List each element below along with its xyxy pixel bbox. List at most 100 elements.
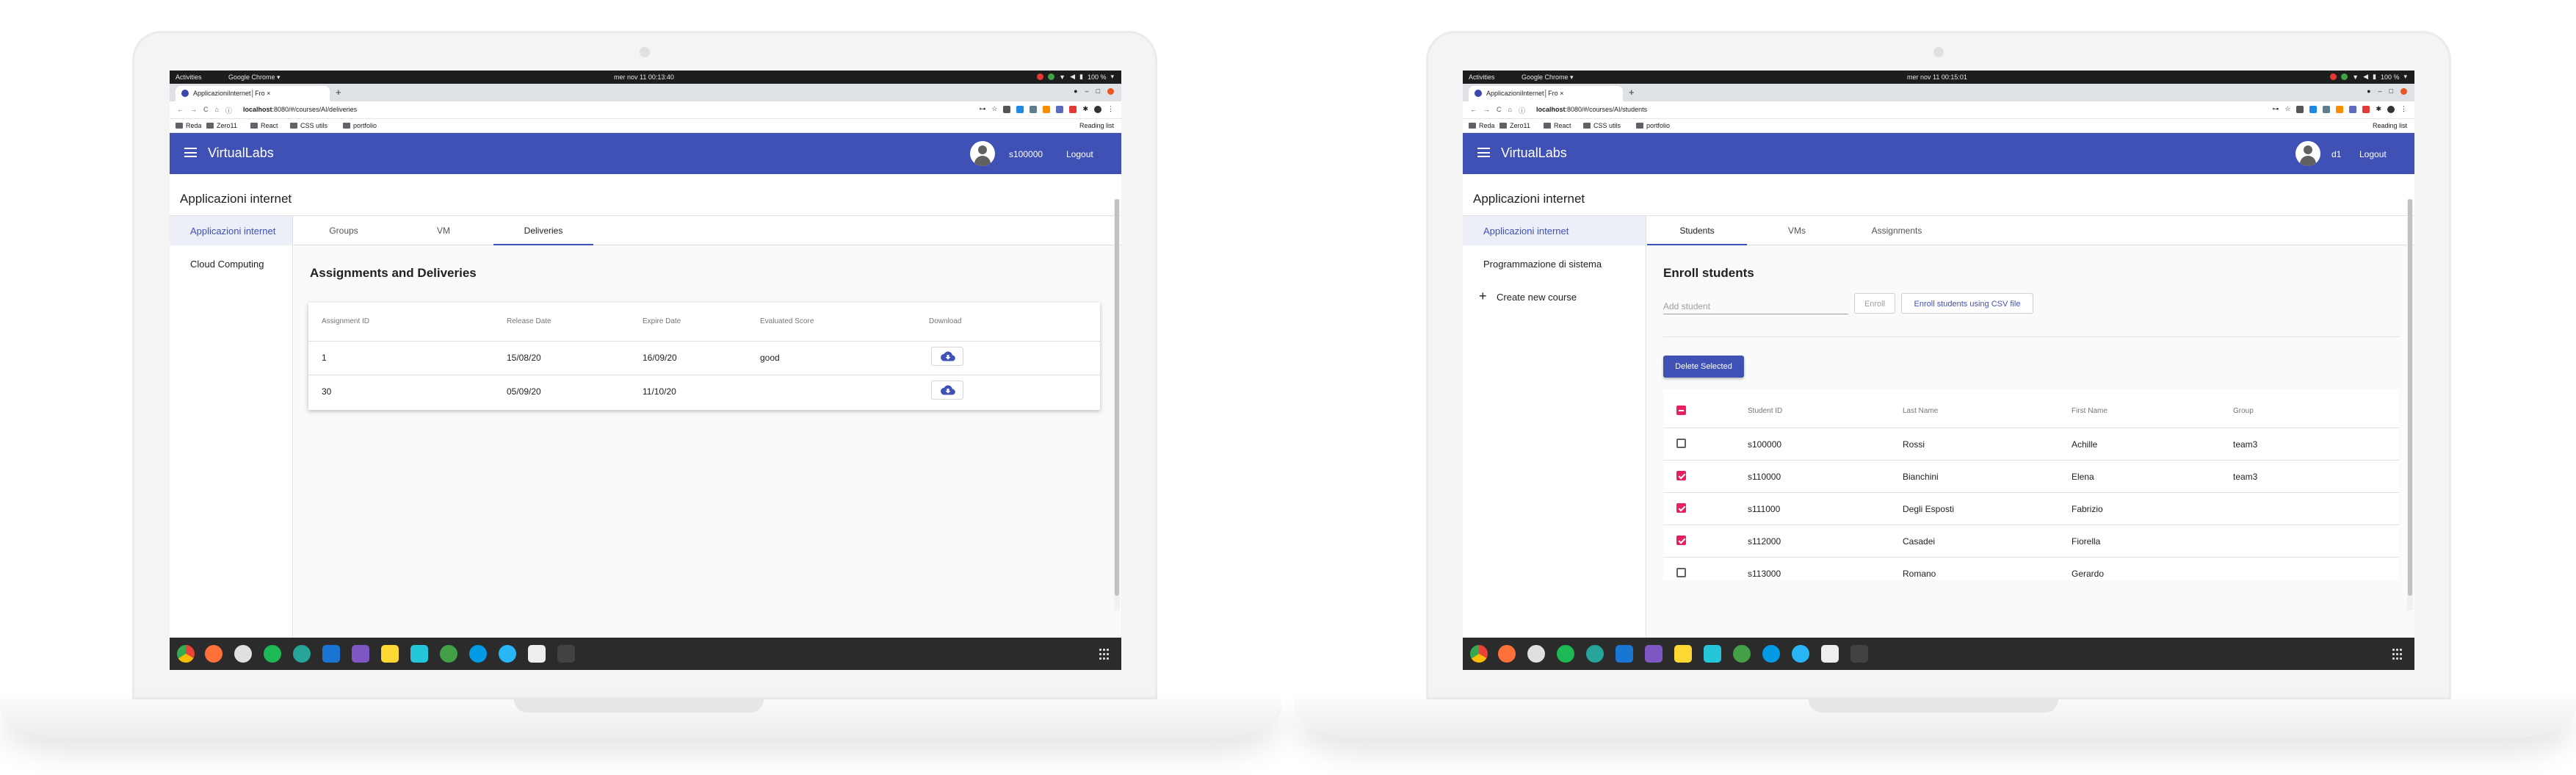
info-icon[interactable]: ⓘ — [1519, 106, 1525, 115]
tab-search-icon[interactable]: ● — [1074, 87, 1077, 95]
url-field[interactable]: localhost:8080/#/courses/AI/students — [1536, 106, 1647, 113]
reading-list[interactable]: Reading list — [1079, 122, 1114, 129]
jetbrains-icon[interactable] — [1674, 645, 1692, 663]
row-checkbox[interactable] — [1676, 536, 1686, 545]
extension-icon[interactable] — [1030, 105, 1038, 113]
nav-item-applicazioni-internet[interactable]: Applicazioni internet — [1463, 216, 1646, 245]
files-icon[interactable] — [528, 645, 546, 663]
puzzle-icon[interactable]: ✱ — [1082, 105, 1088, 113]
back-icon[interactable]: ← — [1470, 106, 1477, 115]
spotify-icon[interactable] — [264, 645, 281, 663]
browser-tab[interactable]: ApplicazioniInternet│Fro × — [176, 86, 330, 101]
tab-vms[interactable]: VMs — [1747, 216, 1847, 245]
skype-icon[interactable] — [1762, 645, 1780, 663]
chrome-icon[interactable] — [177, 645, 195, 663]
puzzle-icon[interactable]: ✱ — [2376, 105, 2381, 113]
page-scrollbar[interactable] — [2407, 199, 2413, 610]
url-field[interactable]: localhost:8080/#/courses/AI/deliveries — [243, 106, 357, 113]
minimize-icon[interactable]: – — [2378, 87, 2382, 95]
firefox-icon[interactable] — [205, 645, 222, 663]
avatar[interactable] — [2295, 141, 2320, 166]
nav-item-cloud-computing[interactable]: Cloud Computing — [170, 249, 292, 278]
app-menu[interactable]: Google Chrome ▾ — [228, 73, 1121, 82]
clock[interactable]: mer nov 11 00:15:01 — [1907, 73, 1967, 81]
bookmark-folder[interactable]: CSS utils — [290, 122, 328, 129]
tab-deliveries[interactable]: Deliveries — [493, 216, 593, 245]
close-window-icon[interactable] — [2400, 87, 2407, 95]
telegram-icon[interactable] — [499, 645, 516, 663]
app-icon[interactable] — [1733, 645, 1751, 663]
profile-icon[interactable] — [1094, 105, 1101, 113]
new-tab-icon[interactable]: + — [336, 87, 341, 98]
jetbrains-icon[interactable] — [381, 645, 399, 663]
scrollbar-thumb[interactable] — [1115, 199, 1119, 596]
tab-groups[interactable]: Groups — [294, 216, 394, 245]
bookmark-folder[interactable]: Reda — [176, 122, 202, 129]
select-all-checkbox[interactable] — [1676, 405, 1686, 415]
firefox-icon[interactable] — [1498, 645, 1516, 663]
terminal-icon[interactable] — [1850, 645, 1868, 663]
app-icon[interactable] — [1527, 645, 1545, 663]
menu-icon[interactable] — [184, 148, 197, 157]
bookmark-folder[interactable]: Zero11 — [206, 122, 237, 129]
telegram-icon[interactable] — [1792, 645, 1809, 663]
reload-icon[interactable]: C — [1497, 106, 1502, 115]
reading-list[interactable]: Reading list — [2373, 122, 2407, 129]
files-icon[interactable] — [1821, 645, 1839, 663]
system-tray[interactable]: ▼ ◀ ▮ 100 % ▾ — [1037, 73, 1114, 81]
nav-item-programmazione-di-sistema[interactable]: Programmazione di sistema — [1463, 249, 1646, 278]
key-icon[interactable]: ⊶ — [2272, 105, 2279, 113]
delete-selected-button[interactable]: Delete Selected — [1663, 356, 1744, 378]
extension-icon[interactable] — [2349, 105, 2357, 113]
more-icon[interactable]: ⋮ — [1107, 105, 1114, 113]
extension-icon[interactable] — [1069, 105, 1077, 113]
profile-icon[interactable] — [2387, 105, 2395, 113]
app-brand[interactable]: VirtualLabs — [208, 145, 274, 161]
close-window-icon[interactable] — [1107, 87, 1114, 95]
forward-icon[interactable]: → — [190, 106, 197, 115]
app-icon[interactable] — [293, 645, 311, 663]
app-brand[interactable]: VirtualLabs — [1501, 145, 1567, 161]
scrollbar-thumb[interactable] — [2408, 199, 2412, 596]
browser-tab[interactable]: ApplicazioniInternet│Fro × — [1469, 86, 1623, 101]
page-scrollbar[interactable] — [1114, 199, 1120, 610]
download-button[interactable] — [931, 347, 963, 366]
nav-item-applicazioni-internet[interactable]: Applicazioni internet — [170, 216, 292, 245]
home-icon[interactable]: ⌂ — [1508, 106, 1512, 115]
show-apps-icon[interactable] — [2392, 648, 2404, 660]
extension-icon[interactable] — [1003, 105, 1011, 113]
tab-students[interactable]: Students — [1647, 216, 1747, 245]
maximize-icon[interactable]: □ — [2389, 87, 2393, 95]
terminal-icon[interactable] — [557, 645, 575, 663]
jetbrains-icon[interactable] — [1645, 645, 1663, 663]
bookmark-folder[interactable]: portfolio — [1636, 122, 1670, 129]
home-icon[interactable]: ⌂ — [215, 106, 219, 115]
star-icon[interactable]: ☆ — [2284, 105, 2290, 113]
bookmark-folder[interactable]: Zero11 — [1499, 122, 1530, 129]
menu-icon[interactable] — [1477, 148, 1490, 157]
chrome-icon[interactable] — [1470, 645, 1488, 663]
star-icon[interactable]: ☆ — [991, 105, 997, 113]
row-checkbox[interactable] — [1676, 471, 1686, 480]
reload-icon[interactable]: C — [203, 106, 209, 115]
skype-icon[interactable] — [469, 645, 487, 663]
extension-icon[interactable] — [1056, 105, 1064, 113]
app-menu[interactable]: Google Chrome ▾ — [1522, 73, 2414, 82]
jetbrains-icon[interactable] — [410, 645, 428, 663]
add-student-input[interactable]: Add student — [1663, 297, 1848, 314]
bookmark-folder[interactable]: React — [250, 122, 278, 129]
key-icon[interactable]: ⊶ — [979, 105, 985, 113]
clock[interactable]: mer nov 11 00:13:40 — [614, 73, 674, 81]
extension-icon[interactable] — [2362, 105, 2370, 113]
extension-icon[interactable] — [2296, 105, 2304, 113]
enroll-csv-button[interactable]: Enroll students using CSV file — [1901, 293, 2033, 314]
activities-button[interactable]: Activities — [176, 73, 202, 81]
row-checkbox[interactable] — [1676, 439, 1686, 448]
extension-icon[interactable] — [1016, 105, 1024, 113]
app-icon[interactable] — [234, 645, 252, 663]
create-course-button[interactable]: + Create new course — [1463, 282, 1646, 311]
system-tray[interactable]: ▼ ◀ ▮ 100 % ▾ — [2330, 73, 2407, 81]
row-checkbox[interactable] — [1676, 503, 1686, 513]
enroll-button[interactable]: Enroll — [1854, 293, 1895, 314]
activities-button[interactable]: Activities — [1469, 73, 1495, 81]
